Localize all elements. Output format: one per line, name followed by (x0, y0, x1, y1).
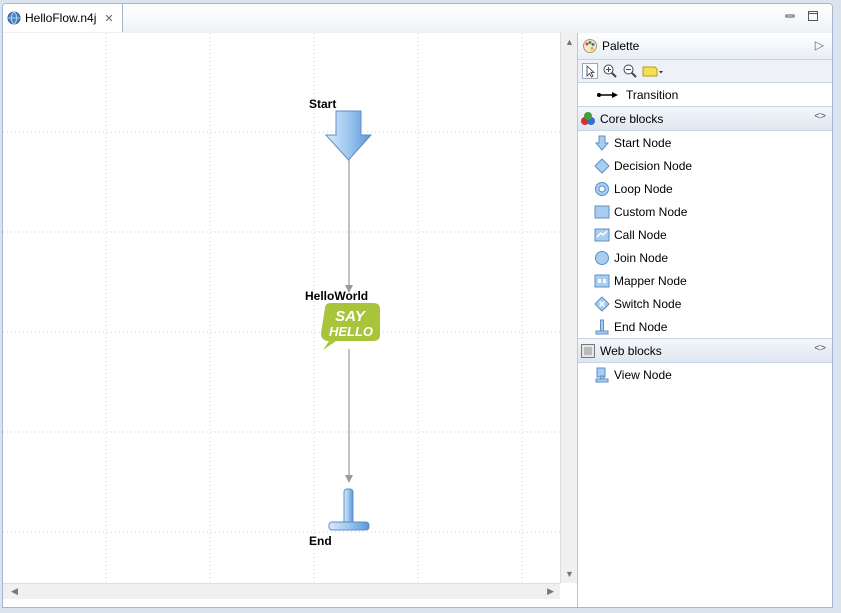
flow-canvas[interactable]: SAY HELLO Start HelloWorld End (3, 33, 560, 583)
call-node-item-label: Call Node (614, 227, 667, 242)
maximize-icon[interactable] (807, 10, 819, 22)
start-node-item-label: Start Node (614, 135, 672, 150)
scroll-left-icon[interactable]: ◀ (11, 586, 18, 597)
drawer-toggle-icon[interactable]: <> (814, 343, 826, 354)
core-items-list: Start Node Decision Node Loop Node Custo… (578, 131, 832, 338)
mapper-node-item-label: Mapper Node (614, 273, 687, 288)
decision-node-item-label: Decision Node (614, 158, 693, 173)
palette-icon (583, 39, 597, 53)
palette-item-switch-node[interactable]: Switch Node (578, 292, 832, 315)
transition-icon (597, 91, 618, 98)
switch-node-item-label: Switch Node (614, 296, 682, 311)
end-node-item-label: End Node (614, 319, 668, 334)
drawer-core-blocks[interactable]: Core blocks <> (578, 106, 832, 131)
end-node-label: End (309, 534, 332, 548)
palette-item-start-node[interactable]: Start Node (578, 131, 832, 154)
palette-item-join-node[interactable]: Join Node (578, 246, 832, 269)
mapper-node-icon (594, 274, 610, 287)
say-hello-line1: SAY (335, 308, 367, 325)
vertical-scrollbar[interactable]: ▲ ▼ (560, 33, 577, 583)
editor-tabbar: HelloFlow.n4j ✕ (3, 4, 832, 34)
custom-node-icon (594, 205, 610, 218)
flow-editor: HelloFlow.n4j ✕ SAY HELLO Start HelloWor… (2, 3, 833, 608)
transition-label: Transition (626, 87, 679, 102)
editor-tab[interactable]: HelloFlow.n4j ✕ (3, 4, 123, 32)
end-node-icon (595, 319, 609, 334)
palette-item-transition[interactable]: Transition (578, 83, 832, 106)
palette-item-end-node[interactable]: End Node (578, 315, 832, 338)
decision-node-icon (594, 157, 610, 174)
join-node-icon (595, 250, 609, 265)
collapse-palette-icon[interactable]: ▷ (815, 38, 824, 52)
palette-toolbar (578, 60, 832, 83)
loop-node-item-label: Loop Node (614, 181, 673, 196)
palette-item-view-node[interactable]: View Node (578, 363, 832, 386)
scroll-down-icon[interactable]: ▼ (565, 569, 574, 579)
scroll-up-icon[interactable]: ▲ (565, 37, 574, 47)
start-node-icon (594, 135, 610, 151)
minimize-icon[interactable] (784, 10, 796, 22)
drawer-toggle-icon[interactable]: <> (814, 111, 826, 122)
palette-item-call-node[interactable]: Call Node (578, 223, 832, 246)
start-node-label: Start (309, 97, 337, 111)
zoom-out-icon[interactable] (622, 63, 638, 79)
tab-title: HelloFlow.n4j (25, 11, 97, 25)
custom-node-item-label: Custom Node (614, 204, 688, 219)
palette-panel: Palette ▷ Transition Core blocks <> Star… (577, 33, 832, 607)
zoom-in-icon[interactable] (602, 63, 618, 79)
web-blocks-label: Web blocks (600, 343, 662, 358)
switch-node-icon (594, 295, 610, 312)
web-blocks-icon (581, 343, 595, 358)
palette-item-custom-node[interactable]: Custom Node (578, 200, 832, 223)
scroll-right-icon[interactable]: ▶ (547, 586, 554, 597)
select-tool-icon[interactable] (582, 63, 598, 79)
palette-item-loop-node[interactable]: Loop Node (578, 177, 832, 200)
note-tool-icon[interactable] (642, 63, 664, 79)
hello-node-label: HelloWorld (305, 289, 369, 303)
core-blocks-label: Core blocks (600, 111, 664, 126)
palette-item-decision-node[interactable]: Decision Node (578, 154, 832, 177)
flow-diagram: SAY HELLO (3, 33, 560, 583)
drawer-web-blocks[interactable]: Web blocks <> (578, 338, 832, 363)
globe-icon (7, 11, 21, 25)
core-blocks-icon (581, 111, 595, 125)
close-icon[interactable]: ✕ (104, 12, 113, 25)
web-items-list: View Node (578, 363, 832, 386)
palette-header: Palette ▷ (578, 33, 832, 60)
view-node-item-label: View Node (614, 367, 672, 382)
horizontal-scrollbar[interactable]: ◀ ▶ (3, 583, 560, 599)
view-node-icon (595, 367, 609, 382)
palette-title: Palette (602, 39, 640, 53)
join-node-item-label: Join Node (614, 250, 669, 265)
loop-node-icon (595, 181, 609, 196)
palette-item-mapper-node[interactable]: Mapper Node (578, 269, 832, 292)
call-node-icon (594, 228, 610, 241)
say-hello-line2: HELLO (329, 324, 373, 339)
